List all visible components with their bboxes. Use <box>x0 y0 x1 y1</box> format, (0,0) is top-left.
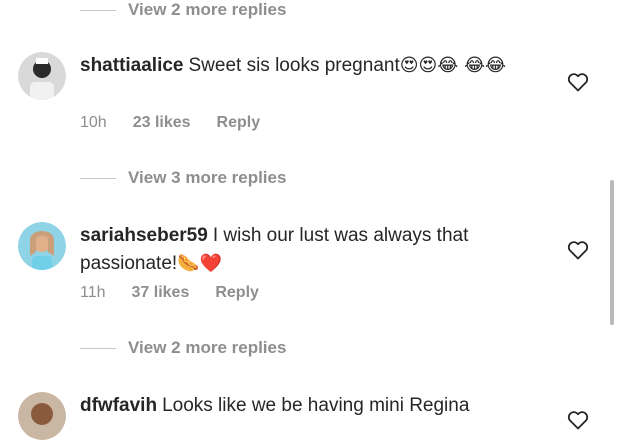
comment-meta: 10h 23 likes Reply <box>80 114 260 132</box>
avatar[interactable] <box>18 392 66 440</box>
avatar[interactable] <box>18 52 66 100</box>
divider-line <box>80 9 116 11</box>
comment-username[interactable]: shattiaalice <box>80 55 184 76</box>
comment-username[interactable]: sariahseber59 <box>80 225 208 246</box>
avatar[interactable] <box>18 222 66 270</box>
comment-message: Sweet sis looks pregnant <box>188 55 400 76</box>
reply-button[interactable]: Reply <box>215 284 259 302</box>
heart-outline-icon[interactable] <box>566 408 590 432</box>
comment-text: sariahseber59 I wish our lust was always … <box>80 222 550 278</box>
comment-time: 10h <box>80 114 107 131</box>
comment-emojis: 😍😍😂 😂😂 <box>399 55 507 76</box>
scrollbar[interactable] <box>610 180 614 325</box>
view-more-replies-toggle[interactable]: View 2 more replies <box>80 336 286 360</box>
heart-outline-icon[interactable] <box>566 70 590 94</box>
comment-text: shattiaalice Sweet sis looks pregnant😍😍😂 … <box>80 52 550 80</box>
comment-emojis: 🌭❤️ <box>177 253 223 274</box>
reply-button[interactable]: Reply <box>217 114 261 132</box>
divider-line <box>80 347 116 349</box>
view-more-replies-toggle[interactable]: View 2 more replies <box>80 0 286 22</box>
view-replies-label: View 2 more replies <box>128 338 287 357</box>
comment-likes[interactable]: 23 likes <box>133 114 191 132</box>
comment-likes[interactable]: 37 likes <box>132 284 190 302</box>
view-replies-label: View 3 more replies <box>128 168 287 187</box>
view-more-replies-toggle[interactable]: View 3 more replies <box>80 166 286 190</box>
comment-meta: 11h 37 likes Reply <box>80 284 259 302</box>
comment-text: dfwfavih Looks like we be having mini Reg… <box>80 392 550 420</box>
comment-message: Looks like we be having mini Regina <box>162 395 470 416</box>
comment-username[interactable]: dfwfavih <box>80 395 157 416</box>
view-replies-label: View 2 more replies <box>128 0 287 19</box>
divider-line <box>80 177 116 179</box>
heart-outline-icon[interactable] <box>566 238 590 262</box>
comment-time: 11h <box>80 284 106 301</box>
